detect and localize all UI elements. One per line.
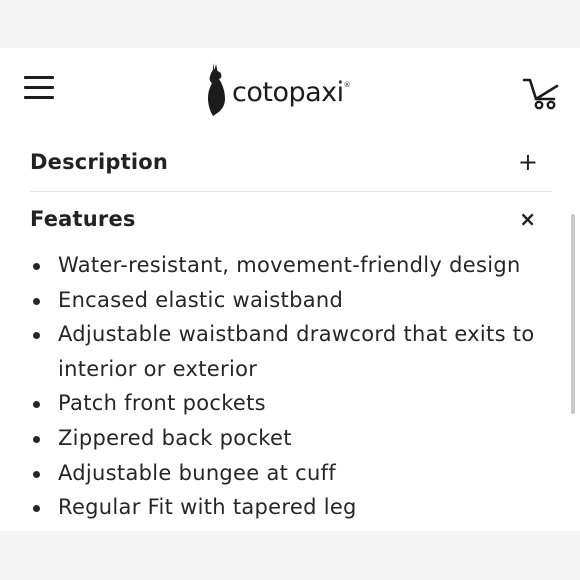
collapse-close-icon[interactable]: × xyxy=(519,209,536,229)
brand-name: cotopaxi® xyxy=(232,76,351,108)
scrollbar[interactable] xyxy=(571,214,575,414)
features-list: Water-resistant, movement-friendly desig… xyxy=(30,248,560,525)
features-title: Features xyxy=(30,207,136,231)
site-header: cotopaxi® xyxy=(0,48,580,138)
list-item: Water-resistant, movement-friendly desig… xyxy=(30,248,560,283)
list-item: Adjustable waistband drawcord that exits… xyxy=(30,317,560,386)
hamburger-menu-icon[interactable] xyxy=(24,76,58,102)
top-edge xyxy=(0,0,580,48)
bottom-edge xyxy=(0,531,580,580)
list-item: Zippered back pocket xyxy=(30,421,560,456)
list-item: Encased elastic waistband xyxy=(30,283,560,318)
trademark-mark: ® xyxy=(343,80,351,89)
features-accordion-header[interactable]: Features × xyxy=(30,196,552,242)
section-divider xyxy=(30,191,552,192)
list-item: Adjustable bungee at cuff xyxy=(30,456,560,491)
expand-plus-icon[interactable]: + xyxy=(518,150,538,174)
llama-logo-icon xyxy=(208,63,225,116)
shopping-cart-icon[interactable] xyxy=(522,74,560,110)
description-title: Description xyxy=(30,150,169,174)
product-details-panel: cotopaxi® Description + Features × Water… xyxy=(0,48,580,531)
description-accordion-header[interactable]: Description + xyxy=(30,139,552,185)
list-item: Patch front pockets xyxy=(30,386,560,421)
brand-logo[interactable]: cotopaxi® xyxy=(204,60,351,118)
list-item: Regular Fit with tapered leg xyxy=(30,490,560,525)
